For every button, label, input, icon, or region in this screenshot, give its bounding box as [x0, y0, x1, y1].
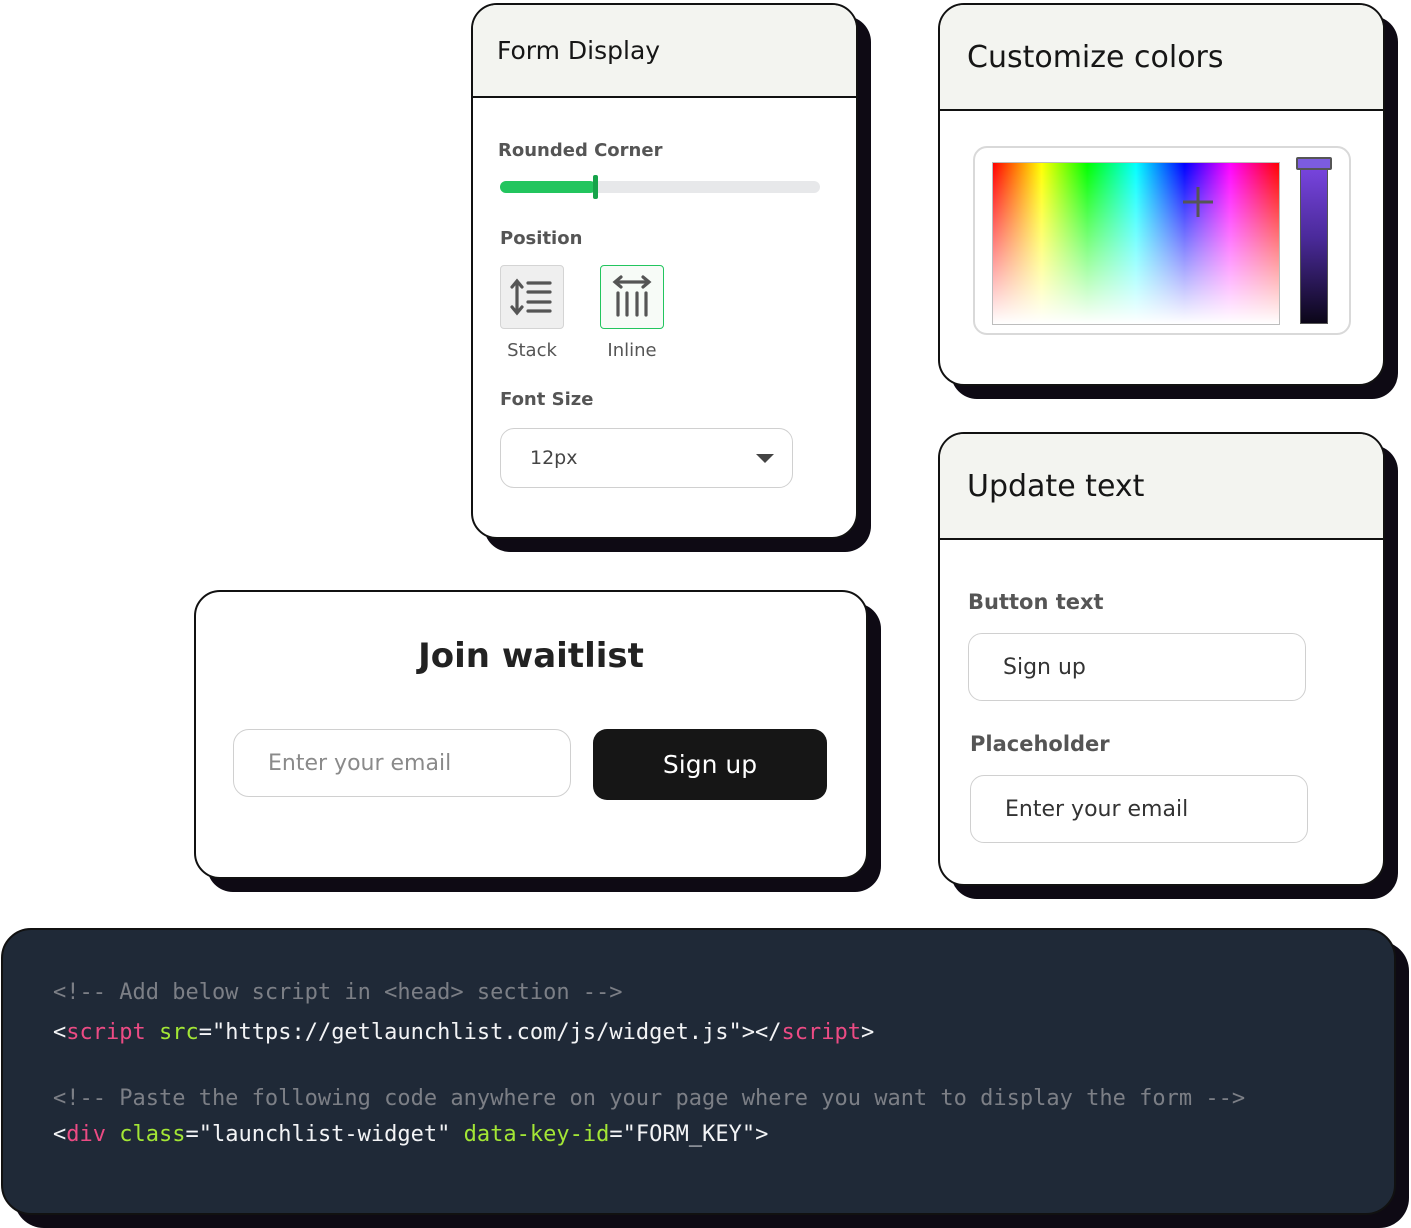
code-token: > — [755, 1122, 769, 1147]
code-token: > — [861, 1020, 875, 1045]
form-display-header: Form Display — [473, 5, 856, 98]
hue-slider[interactable] — [1300, 168, 1328, 324]
stack-lines-icon — [510, 278, 552, 316]
code-token: < — [53, 1020, 67, 1045]
hue-slider-handle[interactable] — [1296, 157, 1332, 170]
code-token: < — [53, 1122, 67, 1147]
code-string: "FORM_KEY" — [622, 1122, 756, 1147]
position-inline-button[interactable] — [600, 265, 664, 329]
code-tag: script — [66, 1020, 146, 1045]
customize-colors-title: Customize colors — [967, 39, 1224, 75]
code-comment-paste: <!-- Paste the following code anywhere o… — [53, 1086, 1246, 1111]
code-token: ></ — [741, 1020, 782, 1045]
code-token: = — [198, 1020, 212, 1045]
position-stack-button[interactable] — [500, 265, 564, 329]
button-text-label: Button text — [968, 590, 1104, 614]
font-size-select[interactable]: 12px — [500, 428, 793, 488]
position-inline-label: Inline — [607, 340, 657, 361]
code-attr: src — [158, 1020, 199, 1045]
customize-colors-header: Customize colors — [940, 5, 1383, 111]
placeholder-input[interactable]: Enter your email — [970, 775, 1308, 843]
inline-columns-icon — [612, 275, 652, 317]
crosshair-icon[interactable] — [1181, 185, 1215, 219]
waitlist-title: Join waitlist — [418, 636, 644, 676]
form-display-title: Form Display — [497, 36, 661, 65]
font-size-label: Font Size — [500, 389, 594, 410]
sign-up-button[interactable]: Sign up — [593, 729, 827, 800]
font-size-value: 12px — [530, 447, 578, 469]
code-attr: class — [119, 1122, 186, 1147]
embed-code-block[interactable]: <!-- Add below script in <head> section … — [1, 928, 1396, 1215]
code-tag: div — [66, 1122, 106, 1147]
position-label: Position — [500, 228, 583, 249]
waitlist-email-placeholder: Enter your email — [268, 750, 452, 776]
code-string: "launchlist-widget" — [198, 1122, 451, 1147]
update-text-title: Update text — [967, 468, 1145, 504]
code-script-line: <script src="https://getlaunchlist.com/j… — [53, 1020, 874, 1045]
code-div-line: <div class="launchlist-widget" data-key-… — [53, 1122, 768, 1147]
placeholder-value: Enter your email — [1005, 796, 1189, 822]
waitlist-email-input[interactable]: Enter your email — [233, 729, 571, 797]
rounded-corner-label: Rounded Corner — [498, 140, 663, 161]
rounded-corner-slider-thumb[interactable] — [593, 175, 598, 199]
button-text-input[interactable]: Sign up — [968, 633, 1306, 701]
placeholder-label: Placeholder — [970, 732, 1110, 756]
button-text-value: Sign up — [1003, 654, 1086, 680]
position-stack-label: Stack — [507, 340, 557, 361]
code-tag: script — [781, 1020, 862, 1045]
code-token: = — [185, 1122, 199, 1147]
code-string: "https://getlaunchlist.com/js/widget.js" — [211, 1020, 742, 1045]
code-attr: data-key-id — [463, 1122, 610, 1147]
rounded-corner-slider-fill — [500, 181, 596, 193]
code-comment-head: <!-- Add below script in <head> section … — [53, 980, 623, 1005]
waitlist-card: Join waitlist Enter your email Sign up — [194, 590, 868, 879]
customize-colors-card: Customize colors — [938, 3, 1385, 386]
sign-up-button-label: Sign up — [662, 750, 758, 779]
color-spectrum[interactable] — [992, 162, 1280, 325]
code-token: = — [609, 1122, 623, 1147]
update-text-header: Update text — [940, 434, 1383, 540]
chevron-down-icon — [756, 454, 774, 463]
form-display-card: Form Display Rounded Corner Position Sta… — [471, 3, 858, 539]
update-text-card: Update text Button text Sign up Placehol… — [938, 432, 1385, 886]
rounded-corner-slider[interactable] — [500, 175, 820, 199]
